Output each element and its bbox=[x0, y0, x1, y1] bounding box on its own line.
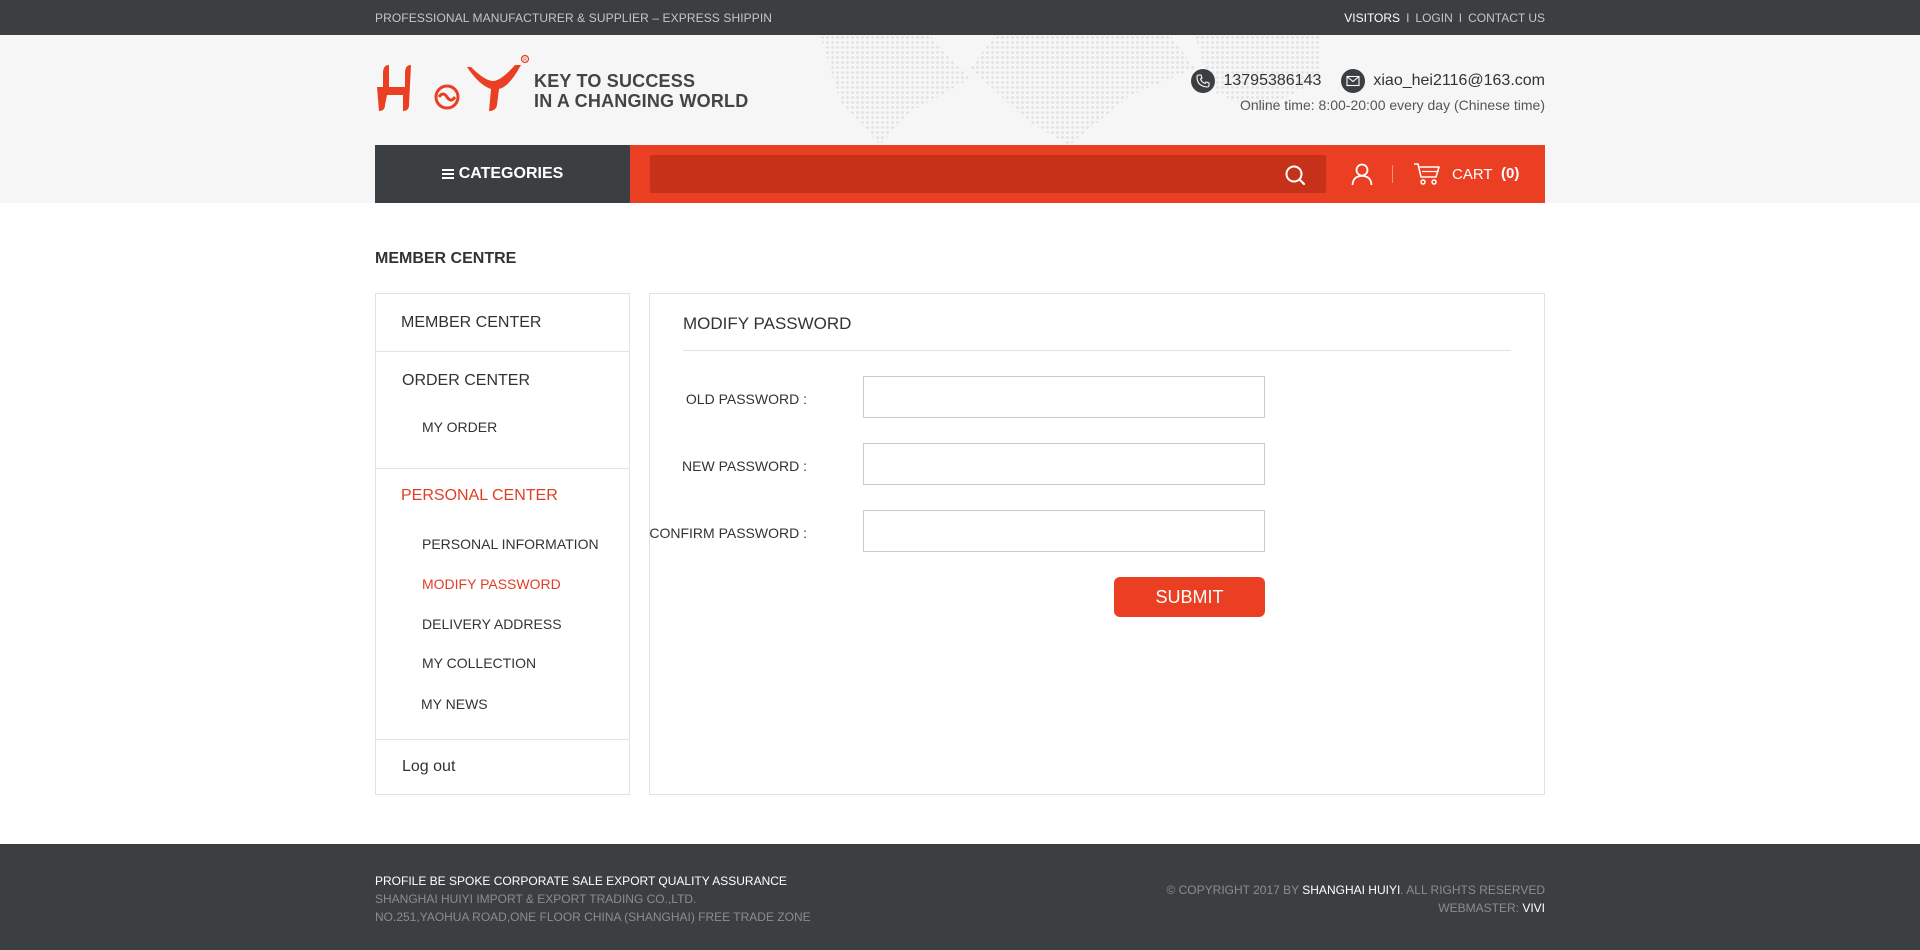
sidebar-item-delivery-address[interactable]: DELIVERY ADDRESS bbox=[422, 616, 562, 632]
cart-count: (0) bbox=[1501, 165, 1520, 182]
sidebar-item-my-news[interactable]: MY NEWS bbox=[421, 696, 488, 712]
footer-copyright: © COPYRIGHT 2017 BY SHANGHAI HUIYI. ALL … bbox=[1166, 881, 1545, 917]
search-bar bbox=[650, 155, 1326, 193]
footer-address: NO.251,YAOHUA ROAD,ONE FLOOR CHINA (SHAN… bbox=[375, 910, 811, 924]
sidebar-item-member-center[interactable]: MEMBER CENTER bbox=[401, 314, 541, 332]
member-center-block: MEMBER CENTER bbox=[376, 294, 629, 352]
logout-link[interactable]: Log out bbox=[402, 758, 455, 776]
top-tagline: PROFESSIONAL MANUFACTURER & SUPPLIER – E… bbox=[375, 11, 773, 25]
email-address[interactable]: xiao_hei2116@163.com bbox=[1373, 72, 1545, 90]
cart-label[interactable]: CART bbox=[1452, 166, 1493, 183]
cart-icon[interactable] bbox=[1413, 162, 1441, 186]
copyright-prefix: © COPYRIGHT 2017 BY bbox=[1166, 883, 1303, 897]
online-time: Online time: 8:00-20:00 every day (Chine… bbox=[1239, 97, 1545, 113]
nav-bar: CATEGORIES CART (0) bbox=[375, 145, 1545, 203]
page-title: MEMBER CENTRE bbox=[375, 250, 517, 267]
order-center-block: ORDER CENTER MY ORDER bbox=[376, 352, 629, 469]
webmaster-name: VIVI bbox=[1522, 901, 1545, 915]
top-bar: PROFESSIONAL MANUFACTURER & SUPPLIER – E… bbox=[0, 0, 1920, 35]
old-password-field[interactable] bbox=[863, 376, 1265, 418]
sidebar-item-order-center[interactable]: ORDER CENTER bbox=[402, 372, 530, 390]
personal-center-block: PERSONAL CENTER PERSONAL INFORMATION MOD… bbox=[376, 469, 629, 740]
contact-info: 13795386143 xiao_hei2116@163.com Online … bbox=[1191, 67, 1545, 113]
sidebar-item-personal-center[interactable]: PERSONAL CENTER bbox=[401, 487, 558, 505]
sidebar-item-modify-password[interactable]: MODIFY PASSWORD bbox=[422, 576, 561, 592]
footer-company-info: PROFILE BE SPOKE CORPORATE SALE EXPORT Q… bbox=[375, 872, 811, 926]
phone-icon bbox=[1191, 69, 1216, 93]
new-password-label: NEW PASSWORD : bbox=[682, 458, 807, 474]
member-sidebar: MEMBER CENTER ORDER CENTER MY ORDER PERS… bbox=[375, 293, 630, 795]
confirm-password-field[interactable] bbox=[863, 510, 1265, 552]
modify-password-panel: MODIFY PASSWORD OLD PASSWORD : NEW PASSW… bbox=[649, 293, 1545, 795]
slogan-line: KEY TO SUCCESS bbox=[534, 71, 696, 91]
panel-title: MODIFY PASSWORD bbox=[683, 314, 852, 333]
categories-button[interactable]: CATEGORIES bbox=[375, 145, 630, 203]
visitors-link[interactable]: VISITORS bbox=[1344, 11, 1400, 25]
contact-us-link[interactable]: CONTACT US bbox=[1468, 11, 1545, 25]
sidebar-item-personal-information[interactable]: PERSONAL INFORMATION bbox=[422, 536, 599, 552]
footer-company-name: SHANGHAI HUIYI IMPORT & EXPORT TRADING C… bbox=[375, 892, 697, 906]
nav-divider bbox=[1392, 165, 1393, 183]
title-divider bbox=[683, 350, 1511, 351]
phone-contact: 13795386143 bbox=[1191, 69, 1321, 93]
footer-slogan: PROFILE BE SPOKE CORPORATE SALE EXPORT Q… bbox=[375, 874, 787, 888]
copyright-company: SHANGHAI HUIYI bbox=[1302, 883, 1401, 897]
sidebar-item-my-order[interactable]: MY ORDER bbox=[422, 419, 497, 435]
logout-block: Log out bbox=[376, 740, 629, 794]
sidebar-item-my-collection[interactable]: MY COLLECTION bbox=[422, 655, 536, 671]
svg-text:R: R bbox=[523, 57, 527, 63]
user-icon[interactable] bbox=[1350, 162, 1374, 186]
search-icon[interactable] bbox=[1284, 164, 1306, 186]
copyright-suffix: . ALL RIGHTS RESERVED bbox=[1400, 883, 1545, 897]
hy-logo[interactable]: R bbox=[375, 53, 530, 113]
search-input[interactable] bbox=[650, 155, 1270, 193]
email-contact: xiao_hei2116@163.com bbox=[1341, 69, 1545, 93]
new-password-field[interactable] bbox=[863, 443, 1265, 485]
slogan-line: IN A CHANGING WORLD bbox=[534, 91, 749, 111]
footer: PROFILE BE SPOKE CORPORATE SALE EXPORT Q… bbox=[0, 844, 1920, 950]
link-separator: I bbox=[1406, 11, 1410, 25]
webmaster-label: WEBMASTER: bbox=[1438, 901, 1523, 915]
top-links: VISITORS I LOGIN I CONTACT US bbox=[1344, 11, 1545, 25]
submit-button[interactable]: SUBMIT bbox=[1114, 577, 1265, 617]
mail-icon bbox=[1341, 69, 1366, 93]
slogan: KEY TO SUCCESS IN A CHANGING WORLD bbox=[534, 71, 748, 111]
categories-label: CATEGORIES bbox=[458, 165, 564, 182]
old-password-label: OLD PASSWORD : bbox=[685, 391, 807, 407]
menu-icon bbox=[441, 167, 454, 181]
link-separator: I bbox=[1458, 11, 1463, 25]
login-link[interactable]: LOGIN bbox=[1415, 11, 1452, 25]
phone-number: 13795386143 bbox=[1223, 72, 1322, 89]
confirm-password-label: CONFIRM PASSWORD : bbox=[649, 525, 807, 541]
